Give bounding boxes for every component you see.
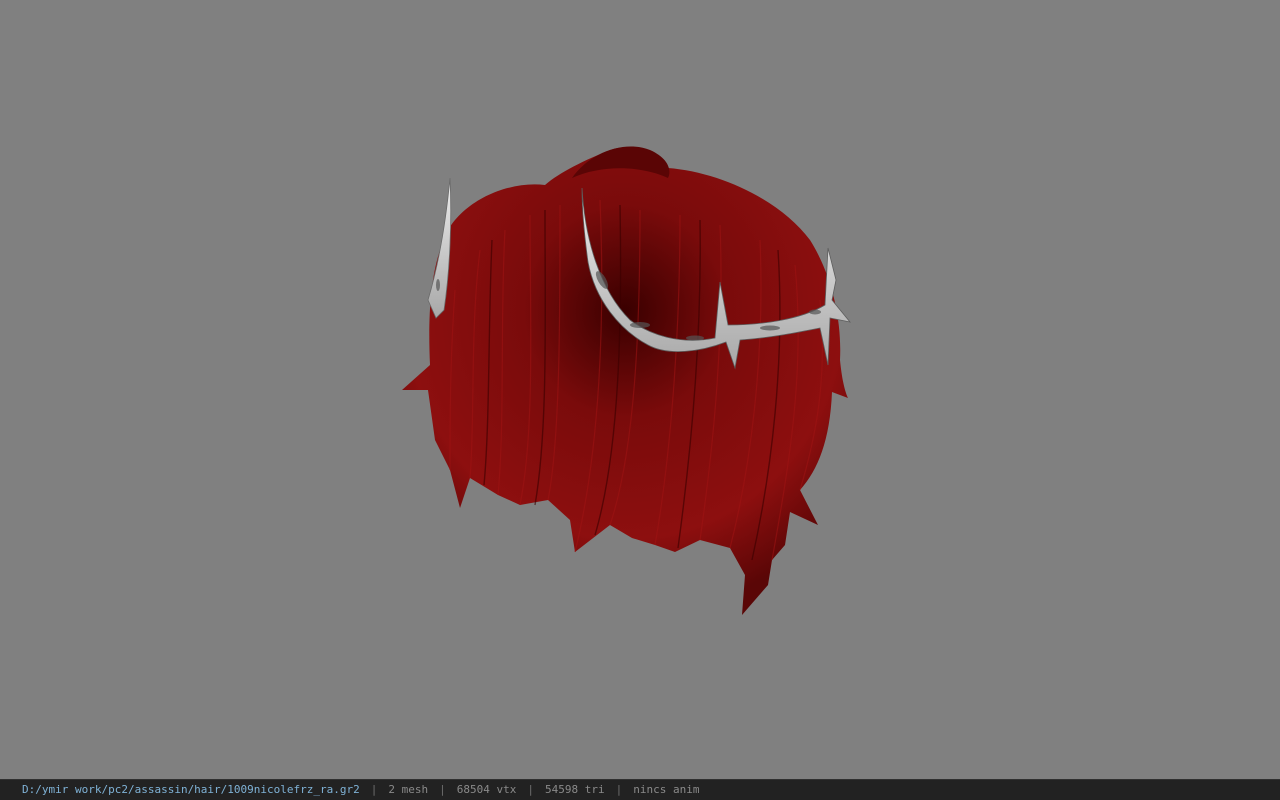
file-path: D:/ymir work/pc2/assassin/hair/1009nicol… [22, 783, 360, 796]
separator: | [370, 783, 378, 796]
separator: | [615, 783, 623, 796]
triangle-count: 54598 tri [545, 783, 605, 796]
separator: | [439, 783, 446, 796]
3d-viewport[interactable] [0, 0, 1280, 779]
mesh-count: 2 mesh [388, 783, 429, 796]
separator: | [527, 783, 534, 796]
animation-status: nincs anim [633, 783, 700, 796]
hair-mass [402, 147, 848, 615]
status-bar: D:/ymir work/pc2/assassin/hair/1009nicol… [0, 779, 1280, 800]
vertex-count: 68504 vtx [456, 783, 517, 796]
hair-model [402, 146, 852, 615]
